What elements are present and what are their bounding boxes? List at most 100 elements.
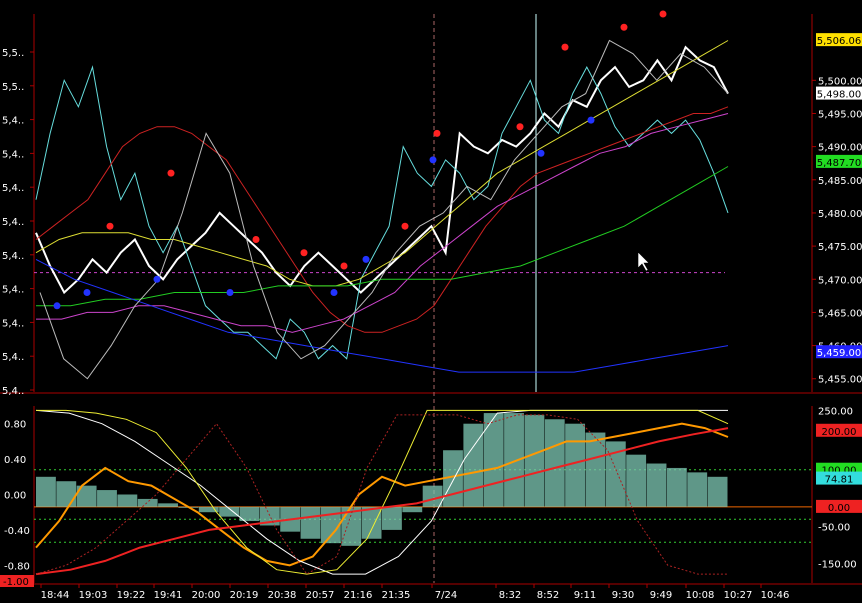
red-moving-average — [35, 106, 729, 333]
top-left-tick-label: 5,4.. — [2, 386, 24, 397]
sell-signal-dot — [106, 222, 114, 230]
buy-signal-dot — [53, 302, 61, 310]
buy-signal-dot — [83, 289, 91, 297]
histogram-bar — [97, 490, 117, 507]
top-left-tick-label: 5,4.. — [2, 149, 24, 160]
buy-signal-dot — [537, 149, 545, 157]
top-right-tick-label: 5,475.00 — [818, 242, 862, 253]
sell-signal-dot — [401, 222, 409, 230]
x-tick-label: 19:03 — [79, 590, 108, 601]
top-left-tick-label: 5,4.. — [2, 251, 24, 262]
sell-signal-dot — [659, 10, 667, 18]
x-tick-label: 8:52 — [537, 590, 559, 601]
top-left-tick-label: 5,5.. — [2, 82, 24, 93]
bottom-left-tick-label: -0.40 — [4, 526, 30, 537]
histogram-bar — [422, 485, 443, 507]
top-right-tick-label: 5,495.00 — [818, 109, 862, 120]
bottom-right-tick-label: -150.00 — [818, 560, 857, 571]
x-tick-label: 10:27 — [724, 590, 753, 601]
x-tick-label: 9:11 — [574, 590, 596, 601]
price-badge-label: 5,487.70 — [817, 158, 862, 169]
top-right-tick-label: 5,500.00 — [818, 76, 862, 87]
top-right-tick-label: 5,480.00 — [818, 209, 862, 220]
histogram-bar — [300, 506, 321, 539]
x-tick-label: 20:19 — [230, 590, 259, 601]
top-left-tick-label: 5,5.. — [2, 48, 24, 59]
secondary-price-line — [35, 65, 729, 360]
x-tick-label: 21:35 — [382, 590, 411, 601]
oscillator-badge-label: 0.00 — [828, 503, 850, 514]
histogram-bar — [137, 498, 158, 507]
histogram-bar — [158, 503, 178, 507]
top-left-tick-label: 5,4.. — [2, 183, 24, 194]
histogram-bar — [585, 432, 606, 507]
top-right-tick-label: 5,470.00 — [818, 275, 862, 286]
histogram-bar — [382, 506, 402, 530]
price-chart-svg[interactable]: 5,5.. 5,5.. 5,4.. 5,4.. 5,4.. 5,4.. 5,4.. 5,4..… — [0, 0, 862, 603]
histogram-bar — [36, 476, 56, 507]
histogram-bar — [687, 472, 708, 507]
bottom-right-tick-label: 250.00 — [818, 406, 853, 417]
histogram-bar — [402, 506, 423, 513]
x-tick-label: 9:30 — [612, 590, 634, 601]
gray-band-line — [39, 39, 729, 380]
buy-signal-dot — [330, 289, 338, 297]
oscillator-badge-label: 74.81 — [825, 475, 854, 486]
x-tick-label: 21:16 — [344, 590, 373, 601]
top-left-tick-label: 5,4.. — [2, 285, 24, 296]
histogram-bar — [666, 467, 687, 507]
x-tick-label: 8:32 — [499, 590, 521, 601]
histogram-bar — [707, 476, 728, 507]
bottom-left-tick-label: 0.40 — [4, 455, 26, 466]
x-tick-label: 10:46 — [761, 590, 790, 601]
sell-signal-dot — [516, 123, 524, 131]
histogram-bar — [524, 414, 545, 507]
bottom-left-tick-label: -1.00 — [3, 577, 29, 588]
sell-signal-dot — [433, 129, 441, 137]
top-left-tick-label: 5,4.. — [2, 217, 24, 228]
top-left-tick-label: 5,4.. — [2, 116, 24, 127]
buy-signal-dot — [362, 255, 370, 263]
x-tick-label: 7/24 — [435, 590, 457, 601]
buy-signal-dot — [587, 116, 595, 124]
sell-signal-dot — [252, 235, 260, 243]
histogram-bar — [626, 454, 647, 507]
x-tick-label: 19:22 — [117, 590, 146, 601]
sell-signal-dot — [561, 43, 569, 51]
sell-signal-dot — [620, 23, 628, 31]
sell-signal-dot — [167, 169, 175, 177]
sell-signal-dot — [300, 249, 308, 257]
bottom-left-tick-label: 0.00 — [4, 491, 26, 502]
x-tick-label: 9:49 — [650, 590, 672, 601]
price-line — [35, 45, 729, 295]
histogram-bar — [320, 506, 341, 544]
x-tick-label: 19:41 — [154, 590, 183, 601]
oscillator-badge-label: 200.00 — [822, 427, 857, 438]
buy-signal-dot — [226, 289, 234, 297]
top-right-tick-label: 5,485.00 — [818, 176, 862, 187]
histogram-bar — [544, 419, 565, 507]
x-tick-label: 20:57 — [306, 590, 335, 601]
histogram-bar — [56, 481, 77, 507]
price-badge-label: 5,506.06 — [817, 36, 862, 47]
top-right-tick-label: 5,455.00 — [818, 375, 862, 386]
top-left-tick-label: 5,4.. — [2, 318, 24, 329]
histogram-bar — [361, 506, 382, 539]
sell-signal-dot — [340, 262, 348, 270]
x-tick-label: 18:44 — [41, 590, 70, 601]
buy-signal-dot — [153, 275, 161, 283]
bottom-left-tick-label: -0.80 — [4, 561, 30, 572]
x-tick-label: 20:00 — [192, 590, 221, 601]
x-tick-label: 20:38 — [268, 590, 297, 601]
top-left-tick-label: 5,4.. — [2, 352, 24, 363]
x-tick-label: 10:08 — [686, 590, 715, 601]
bottom-left-tick-label: 0.80 — [4, 420, 26, 431]
top-right-tick-label: 5,465.00 — [818, 308, 862, 319]
histogram-bar — [646, 463, 667, 507]
histogram-bar — [117, 494, 138, 507]
trading-chart-window: 5,5.. 5,5.. 5,4.. 5,4.. 5,4.. 5,4.. 5,4.. 5,4..… — [0, 0, 862, 603]
top-right-tick-label: 5,490.00 — [818, 143, 862, 154]
price-badge-label: 5,459.00 — [817, 348, 862, 359]
price-badge-label: 5,498.00 — [817, 90, 862, 101]
histogram-bar — [504, 413, 524, 507]
